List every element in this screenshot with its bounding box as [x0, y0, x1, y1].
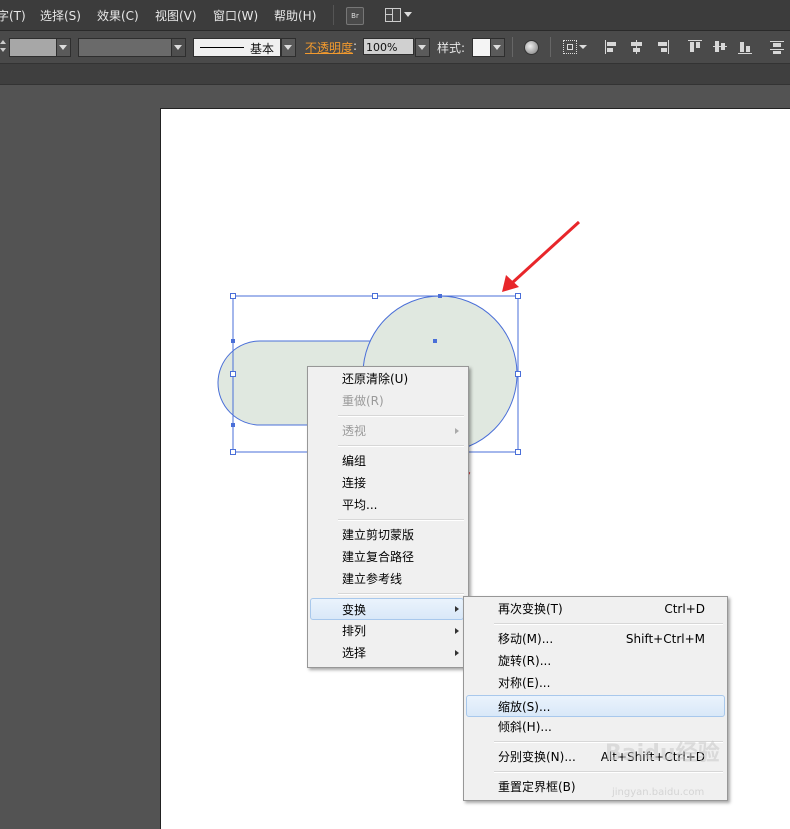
menu-item-transform-again[interactable]: 再次变换(T) Ctrl+D: [466, 598, 725, 620]
menu-item-select[interactable]: 选择: [310, 642, 466, 664]
menu-item-group[interactable]: 编组: [310, 450, 466, 472]
menu-item-join[interactable]: 连接: [310, 472, 466, 494]
menu-separator: [494, 771, 723, 773]
menu-separator: [338, 415, 464, 417]
menu-item-make-guides[interactable]: 建立参考线: [310, 568, 466, 590]
menu-item-transform[interactable]: 变换: [310, 598, 464, 620]
menu-item-make-clipping-mask[interactable]: 建立剪切蒙版: [310, 524, 466, 546]
context-menu: 还原清除(U) 重做(R) 透视 编组 连接 平均... 建立剪切蒙版 建立复合…: [307, 366, 469, 668]
shortcut-label: Shift+Ctrl+M: [625, 632, 705, 646]
menu-item-make-compound-path[interactable]: 建立复合路径: [310, 546, 466, 568]
watermark-logo: Baidu经验: [605, 741, 720, 766]
menu-item-redo: 重做(R): [342, 394, 384, 408]
submenu-arrow-icon: [455, 628, 459, 634]
submenu-arrow-icon: [455, 428, 459, 434]
menu-separator: [338, 593, 464, 595]
watermark-url: jingyan.baidu.com: [612, 787, 705, 798]
submenu-arrow-icon: [455, 606, 459, 612]
menu-item-reflect[interactable]: 对称(E)...: [466, 672, 725, 694]
menu-separator: [338, 519, 464, 521]
menu-item-arrange[interactable]: 排列: [310, 620, 466, 642]
shortcut-label: Ctrl+D: [664, 602, 705, 616]
menu-item-undo-clear[interactable]: 还原清除(U): [310, 368, 466, 390]
menu-item-scale[interactable]: 缩放(S)...: [466, 695, 725, 717]
menu-item-move[interactable]: 移动(M)... Shift+Ctrl+M: [466, 628, 725, 650]
menu-item-rotate[interactable]: 旋转(R)...: [466, 650, 725, 672]
arrow-to-bounding-box: [510, 220, 581, 285]
submenu-arrow-icon: [455, 650, 459, 656]
menu-item-average[interactable]: 平均...: [310, 494, 466, 516]
menu-item-perspective: 透视: [310, 420, 466, 442]
menu-separator: [494, 623, 723, 625]
transform-submenu: 再次变换(T) Ctrl+D 移动(M)... Shift+Ctrl+M 旋转(R)…: [463, 596, 728, 801]
menu-separator: [338, 445, 464, 447]
